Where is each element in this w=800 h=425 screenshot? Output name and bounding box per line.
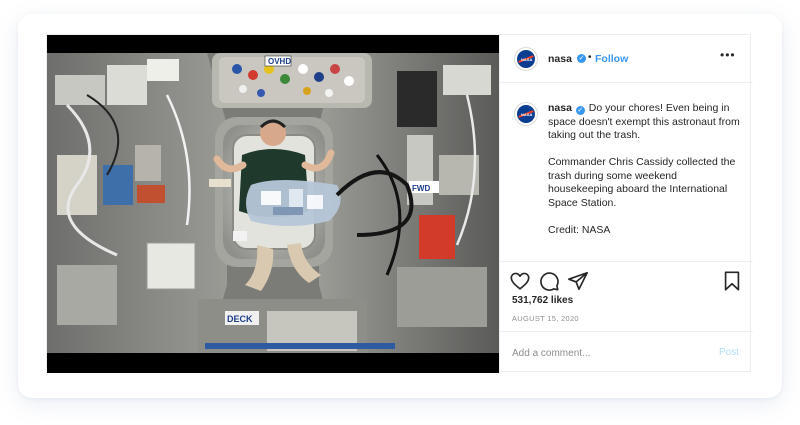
share-icon[interactable] xyxy=(567,270,589,292)
caption-username[interactable]: nasa xyxy=(548,102,572,114)
nasa-logo-icon: NASA xyxy=(517,105,535,123)
caption-paragraph: Credit: NASA xyxy=(548,223,611,236)
verified-badge-icon: ✓ xyxy=(575,106,585,115)
caption-paragraph: Commander Chris Cassidy collected the tr… xyxy=(548,156,736,209)
post-header: NASA nasa ✓ • Follow ••• xyxy=(500,35,753,83)
header-username[interactable]: nasa xyxy=(548,53,572,65)
post-photo[interactable]: OVHD FWD DECK xyxy=(47,35,499,373)
fwd-label: FWD xyxy=(412,184,430,193)
verified-badge-icon: ✓ xyxy=(577,54,586,63)
comment-input[interactable] xyxy=(512,344,702,362)
bookmark-icon[interactable] xyxy=(721,270,743,292)
post-comment-button[interactable]: Post xyxy=(719,347,739,358)
more-options-icon[interactable]: ••• xyxy=(720,48,736,62)
comment-icon[interactable] xyxy=(538,270,560,292)
post-sidebar: NASA nasa ✓ • Follow ••• NASA nasa ✓ Do … xyxy=(499,35,753,373)
avatar[interactable]: NASA xyxy=(514,47,538,71)
follow-button[interactable]: Follow xyxy=(595,53,628,65)
caption-area: NASA nasa ✓ Do your chores! Even being i… xyxy=(500,83,753,261)
stage: OVHD FWD DECK NASA nasa ✓ • Follow ••• N… xyxy=(0,0,800,425)
likes-count[interactable]: 531,762 likes xyxy=(512,295,573,306)
header-separator: • xyxy=(588,52,592,63)
caption-text: nasa ✓ Do your chores! Even being in spa… xyxy=(548,102,743,251)
comment-box: Post xyxy=(500,331,753,373)
caption-avatar[interactable]: NASA xyxy=(514,102,538,126)
caption-paragraph: nasa ✓ Do your chores! Even being in spa… xyxy=(548,102,743,143)
deck-label: DECK xyxy=(227,314,253,324)
heart-icon[interactable] xyxy=(509,270,531,292)
instagram-post: OVHD FWD DECK NASA nasa ✓ • Follow ••• N… xyxy=(46,34,753,373)
ovhd-label: OVHD xyxy=(268,57,291,66)
space-station-photo-illustration: OVHD FWD DECK xyxy=(47,35,499,373)
post-date: AUGUST 15, 2020 xyxy=(512,314,579,323)
nasa-logo-icon: NASA xyxy=(517,50,535,68)
